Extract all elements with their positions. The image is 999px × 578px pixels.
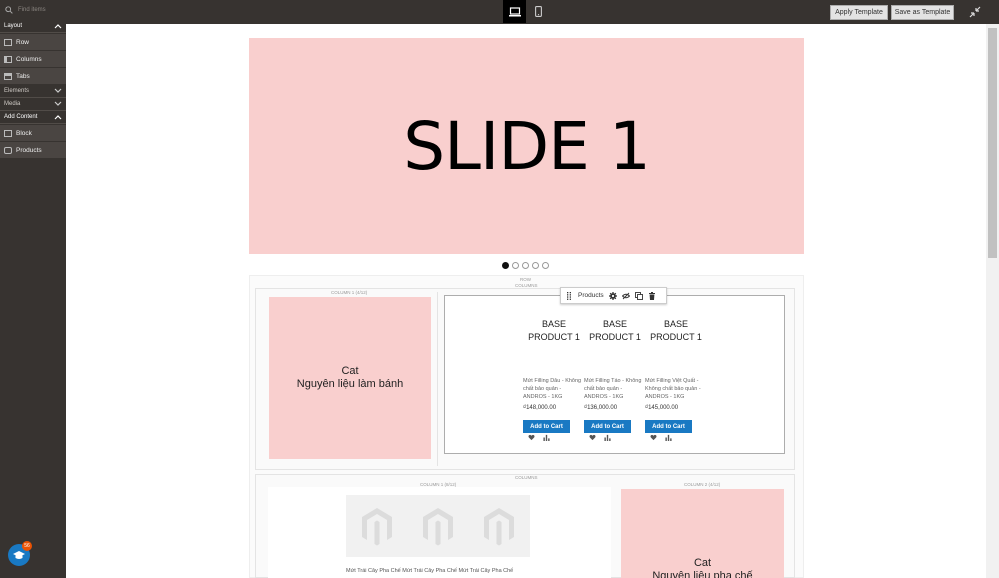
chevron-up-icon [54,115,62,120]
graduation-cap-icon [13,550,25,559]
product-actions [528,434,550,441]
heart-icon[interactable] [528,434,535,441]
row-icon [4,38,12,46]
product-actions [650,434,672,441]
category-subtitle: Nguyên liệu pha chế [652,570,753,578]
slider-dot[interactable] [512,262,519,269]
compare-icon[interactable] [604,434,611,441]
panel-item-label: Tabs [16,72,30,80]
duplicate-icon[interactable] [634,291,643,300]
product-actions [589,434,611,441]
panel-item-label: Block [16,129,32,137]
panel-item-row[interactable]: Row [0,34,66,50]
section-media[interactable]: Media [0,98,66,111]
section-layout[interactable]: Layout [0,20,66,33]
top-bar: Find items Apply Template Save as Templa… [0,0,999,24]
tabs-icon [4,72,12,80]
section-label: Media [4,101,21,107]
product-name[interactable]: BASE PRODUCT 1 [645,318,707,344]
panel-item-label: Products [16,146,42,154]
slider-dot[interactable] [522,262,529,269]
panel-item-products[interactable]: Products [0,142,66,158]
add-to-cart-button[interactable]: Add to Cart [584,420,631,433]
slider-dot[interactable] [502,262,509,269]
hide-icon[interactable] [621,292,630,300]
section-label: Add Content [4,114,38,120]
category-box[interactable]: Cat Nguyên liệu pha chế [621,489,784,578]
drag-handle-icon[interactable] [565,291,573,300]
panel-item-block[interactable]: Block [0,125,66,141]
add-to-cart-button[interactable]: Add to Cart [523,420,570,433]
products-icon [4,146,12,154]
product-names-text[interactable]: Mứt Trái Cây Pha Chế Mứt Trái Cây Pha Ch… [346,568,513,574]
product-name[interactable]: BASE PRODUCT 1 [584,318,646,344]
desktop-icon [508,6,521,16]
heart-icon[interactable] [650,434,657,441]
section-label: Layout [4,23,23,29]
toolbar-label: Products [578,292,604,299]
chevron-down-icon [54,88,62,93]
search-input[interactable]: Find items [18,7,46,13]
product-description[interactable]: Mứt Filling Dâu - Không chất bảo quản - … [523,377,585,401]
apply-template-button[interactable]: Apply Template [830,5,888,20]
product-card[interactable]: BASE PRODUCT 1 Mứt Filling Táo - Không c… [584,318,646,441]
slider-dots [502,262,549,269]
scrollbar-thumb[interactable] [988,28,997,258]
product-name[interactable]: BASE PRODUCT 1 [523,318,585,344]
page-builder-panel: Layout Row Columns Tabs Elements Media A… [0,20,66,578]
slider-dot[interactable] [532,262,539,269]
heart-icon[interactable] [589,434,596,441]
column-label: COLUMN 1 (4/12) [331,290,368,295]
chevron-down-icon [54,101,62,106]
columns-label: COLUMNS [515,475,538,480]
panel-item-columns[interactable]: Columns [0,51,66,67]
products-toolbar: Products [560,287,667,304]
chevron-up-icon [54,24,62,29]
save-as-template-button[interactable]: Save as Template [891,5,954,20]
slide-title: SLIDE 1 [403,107,651,185]
columns-icon [4,55,12,63]
section-label: Elements [4,88,30,94]
category-name: Cat [341,365,359,377]
panel-item-tabs[interactable]: Tabs [0,68,66,84]
gear-icon[interactable] [608,291,617,300]
panel-item-label: Columns [16,55,42,63]
product-description[interactable]: Mứt Filling Việt Quất - Không chất bảo q… [645,377,707,401]
product-image-strip[interactable] [346,495,530,557]
product-price: ₫148,000.00 [523,405,557,411]
block-icon [4,129,12,137]
product-card[interactable]: BASE PRODUCT 1 Mứt Filling Dâu - Không c… [523,318,585,441]
product-price: ₫145,000.00 [645,405,679,411]
category-box[interactable]: Cat Nguyên liệu làm bánh [269,297,431,459]
category-name: Cat [693,557,712,569]
magento-logo-icon [361,508,392,546]
category-subtitle: Nguyên liệu làm bánh [296,378,404,390]
fullscreen-toggle[interactable] [969,6,981,18]
panel-item-label: Row [16,38,30,46]
collapse-icon [969,6,981,18]
trash-icon[interactable] [648,291,656,300]
add-to-cart-button[interactable]: Add to Cart [645,420,692,433]
magento-logo-icon [422,508,453,546]
search-box[interactable]: Find items [0,0,66,20]
slider-dot[interactable] [542,262,549,269]
product-price: ₫136,000.00 [584,405,618,411]
mobile-view-button[interactable] [527,0,550,23]
slider-slide[interactable]: SLIDE 1 [249,38,804,254]
product-description[interactable]: Mứt Filling Táo - Không chất bảo quản - … [584,377,646,401]
column-label: COLUMN 2 (4/12) [684,482,721,487]
row-label: ROW [520,277,531,282]
product-card[interactable]: BASE PRODUCT 1 Mứt Filling Việt Quất - K… [645,318,707,441]
mobile-icon [535,6,542,17]
desktop-view-button[interactable] [503,0,526,23]
search-icon [5,6,13,14]
section-add-content[interactable]: Add Content [0,111,66,124]
section-elements[interactable]: Elements [0,85,66,98]
compare-icon[interactable] [543,434,550,441]
notification-badge: 56 [22,541,32,551]
compare-icon[interactable] [665,434,672,441]
magento-logo-icon [484,508,515,546]
